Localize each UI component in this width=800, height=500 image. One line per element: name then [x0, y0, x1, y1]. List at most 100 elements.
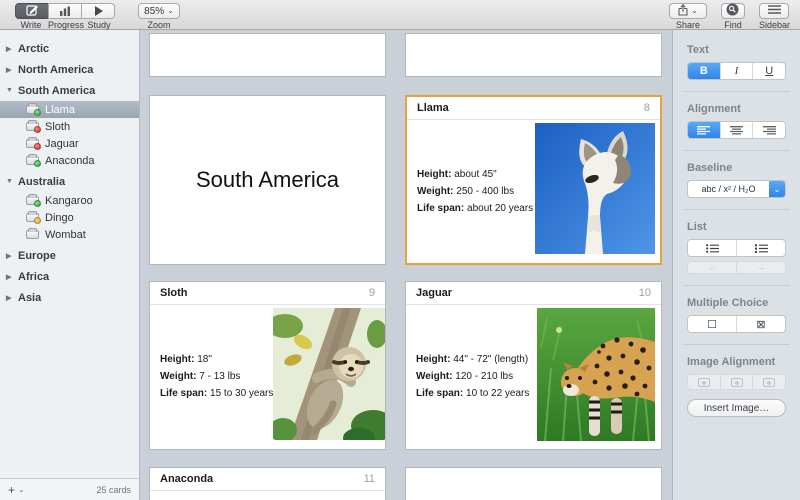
sidebar-item-jaguar[interactable]: Jaguar	[0, 135, 139, 152]
progress-mode-button[interactable]	[48, 3, 82, 19]
sidebar-item-sloth[interactable]: Sloth	[0, 118, 139, 135]
align-left-button[interactable]	[688, 122, 720, 138]
card-partial[interactable]	[405, 33, 662, 77]
sidebar-group-north-america[interactable]: ▶ North America	[0, 61, 139, 78]
item-label: Dingo	[45, 212, 74, 224]
card-count: 25 cards	[96, 485, 131, 495]
align-center-button[interactable]	[720, 122, 753, 138]
share-button[interactable]: ⌄	[669, 3, 707, 19]
card-number: 8	[644, 102, 650, 114]
zoom-control: 85% ⌄ Zoom	[138, 3, 180, 30]
card-south-america-title[interactable]: South America	[149, 95, 386, 265]
chevron-down-icon[interactable]: ⌄	[769, 181, 785, 197]
field-line: Weight: 7 - 13 lbs	[160, 368, 273, 385]
status-dot-red	[34, 126, 41, 133]
baseline-value: abc / x² / H₂O	[688, 184, 769, 194]
choice-unchecked-button[interactable]: ☐	[688, 316, 736, 332]
sidebar-item-dingo[interactable]: Dingo	[0, 209, 139, 226]
group-label: North America	[18, 64, 93, 76]
divider	[683, 285, 790, 286]
text-section-label: Text	[687, 44, 786, 56]
group-label: Asia	[18, 292, 41, 304]
field-line: Weight: 120 - 210 lbs	[416, 368, 537, 385]
align-right-button[interactable]	[752, 122, 785, 138]
find-button[interactable]	[721, 3, 745, 19]
disclosure-triangle-icon[interactable]: ▼	[6, 178, 18, 185]
insert-image-button[interactable]: Insert Image…	[687, 399, 786, 417]
find-label: Find	[724, 20, 742, 30]
mode-switcher: Write Progress Study	[14, 3, 116, 30]
disclosure-triangle-icon[interactable]: ▶	[6, 294, 18, 302]
card-partial[interactable]	[405, 467, 662, 500]
image-alignment-control	[687, 374, 786, 390]
choice-checked-button[interactable]: ⊠	[736, 316, 785, 332]
numbered-list-button[interactable]	[736, 240, 785, 256]
divider	[683, 209, 790, 210]
card-jaguar[interactable]: Jaguar 10 Height: 44" - 72" (length) Wei…	[405, 281, 662, 450]
indent-control: ← →	[687, 261, 786, 274]
write-mode-button[interactable]	[15, 3, 49, 19]
toolbar: Write Progress Study 85% ⌄ Zoom ⌄ Share	[0, 0, 800, 30]
baseline-section-label: Baseline	[687, 162, 786, 174]
sidebar-item-kangaroo[interactable]: Kangaroo	[0, 192, 139, 209]
chevron-down-icon: ⌄	[167, 8, 174, 14]
sidebar-group-south-america[interactable]: ▼ South America	[0, 82, 139, 99]
list-section-label: List	[687, 221, 786, 233]
card-title: Jaguar	[416, 287, 452, 299]
bullet-list-button[interactable]	[688, 240, 736, 256]
sidebar-group-arctic[interactable]: ▶ Arctic	[0, 40, 139, 57]
zoom-dropdown[interactable]: 85% ⌄	[138, 3, 180, 19]
sidebar-item-wombat[interactable]: Wombat	[0, 226, 139, 243]
image-placeholder-icon	[698, 378, 710, 387]
baseline-dropdown[interactable]: abc / x² / H₂O ⌄	[687, 180, 786, 198]
add-button[interactable]: +	[8, 483, 15, 497]
text-style-control: B I U	[687, 62, 786, 80]
field-line: Life span: 15 to 30 years	[160, 385, 273, 402]
status-dot-green	[34, 160, 41, 167]
group-label: Africa	[18, 271, 49, 283]
sidebar-group-europe[interactable]: ▶ Europe	[0, 247, 139, 264]
card-sloth[interactable]: Sloth 9 Height: 18" Weight: 7 - 13 lbs L…	[149, 281, 386, 450]
sidebar-group-australia[interactable]: ▼ Australia	[0, 173, 139, 190]
disclosure-triangle-icon[interactable]: ▶	[6, 45, 18, 53]
card-header: Sloth 9	[150, 282, 385, 305]
disclosure-triangle-icon[interactable]: ▶	[6, 252, 18, 260]
write-label: Write	[14, 20, 48, 30]
sidebar-group-asia[interactable]: ▶ Asia	[0, 289, 139, 306]
sidebar-item-llama[interactable]: Llama	[0, 101, 139, 118]
group-label: Arctic	[18, 43, 49, 55]
indent-button[interactable]: →	[736, 262, 785, 273]
sidebar-toggle-button[interactable]	[759, 3, 789, 19]
card-body: Height: 44" - 72" (length) Weight: 120 -…	[406, 305, 661, 448]
disclosure-triangle-icon[interactable]: ▶	[6, 273, 18, 281]
disclosure-triangle-icon[interactable]: ▶	[6, 66, 18, 74]
image-alignment-section-label: Image Alignment	[687, 356, 786, 368]
card-fields: Height: 18" Weight: 7 - 13 lbs Life span…	[150, 351, 273, 402]
image-align-left-button[interactable]	[688, 375, 720, 389]
underline-button[interactable]: U	[752, 63, 785, 79]
sidebar-group-africa[interactable]: ▶ Africa	[0, 268, 139, 285]
share-label: Share	[676, 20, 700, 30]
study-mode-button[interactable]	[81, 3, 115, 19]
align-left-icon	[697, 126, 710, 135]
field-line: Height: about 45"	[417, 166, 535, 183]
italic-button[interactable]: I	[720, 63, 753, 79]
card-anaconda[interactable]: Anaconda 11	[149, 467, 386, 500]
sidebar-item-anaconda[interactable]: Anaconda	[0, 152, 139, 169]
multiple-choice-section-label: Multiple Choice	[687, 297, 786, 309]
card-icon	[26, 213, 39, 222]
card-icon	[26, 156, 39, 165]
divider	[683, 344, 790, 345]
add-menu-chevron-icon[interactable]: ⌄	[18, 485, 25, 494]
image-align-center-button[interactable]	[720, 375, 753, 389]
card-title-text: South America	[150, 96, 385, 264]
image-align-right-button[interactable]	[752, 375, 785, 389]
card-partial[interactable]	[149, 33, 386, 77]
card-grid: South America Llama 8 Height: about 45" …	[141, 30, 672, 500]
disclosure-triangle-icon[interactable]: ▼	[6, 87, 18, 94]
card-llama[interactable]: Llama 8 Height: about 45" Weight: 250 - …	[405, 95, 662, 265]
outdent-button[interactable]: ←	[688, 262, 736, 273]
item-label: Kangaroo	[45, 195, 93, 207]
bold-button[interactable]: B	[688, 63, 720, 79]
status-dot-green	[34, 200, 41, 207]
